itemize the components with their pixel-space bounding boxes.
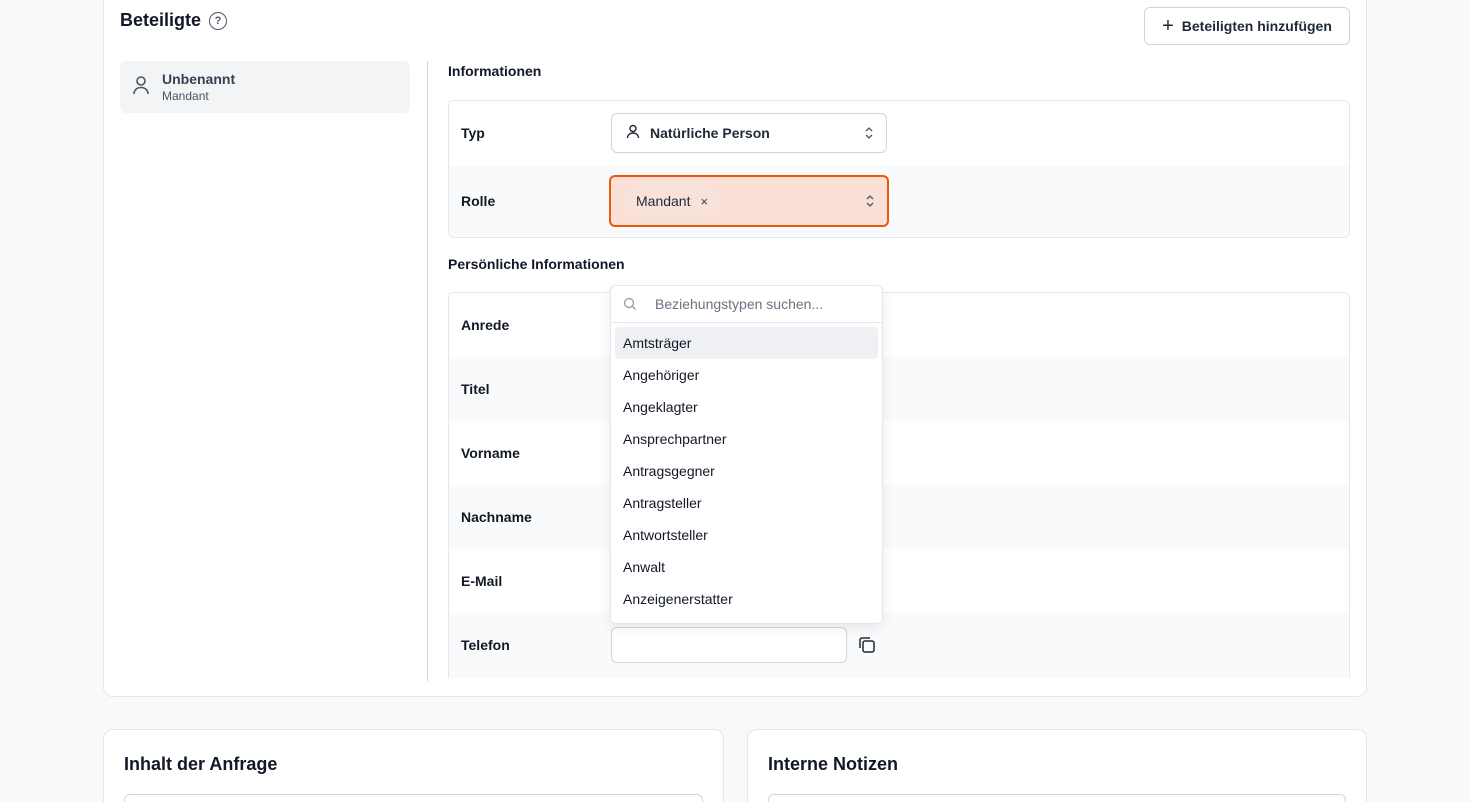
- personal-section-title: Persönliche Informationen: [448, 256, 625, 272]
- nachname-row: Nachname: [449, 485, 1349, 549]
- option-angeklagter[interactable]: Angeklagter: [615, 391, 878, 423]
- option-ansprechpartner[interactable]: Ansprechpartner: [615, 423, 878, 455]
- internal-notes-card: Interne Notizen: [747, 729, 1367, 802]
- search-icon: [623, 297, 636, 310]
- rolle-select[interactable]: Mandant ×: [609, 175, 889, 227]
- option-amtstraeger[interactable]: Amtsträger: [615, 327, 878, 359]
- request-content-card: Inhalt der Anfrage: [103, 729, 724, 802]
- typ-select[interactable]: Natürliche Person: [611, 113, 887, 153]
- participant-list-item[interactable]: Unbenannt Mandant: [120, 61, 410, 113]
- personal-box: Anrede Titel Vorname Nachname E-Mail Tel…: [448, 292, 1350, 678]
- participant-role: Mandant: [162, 89, 209, 103]
- internal-notes-input[interactable]: [768, 794, 1346, 802]
- chip-remove-icon[interactable]: ×: [700, 194, 708, 209]
- copy-icon[interactable]: [857, 635, 877, 655]
- rolle-row: Rolle: [449, 166, 1349, 237]
- participant-name: Unbenannt: [162, 71, 236, 87]
- vertical-divider: [427, 61, 428, 681]
- option-anzeigenerstatter[interactable]: Anzeigenerstatter: [615, 583, 878, 615]
- internal-notes-title: Interne Notizen: [768, 754, 899, 774]
- option-antragsgegner[interactable]: Antragsgegner: [615, 455, 878, 487]
- anrede-row: Anrede: [449, 293, 1349, 357]
- typ-row: Typ: [449, 101, 1349, 166]
- vorname-label: Vorname: [461, 445, 520, 461]
- add-participant-button[interactable]: + Beteiligten hinzufügen: [1144, 7, 1350, 45]
- user-icon: [132, 75, 150, 100]
- email-label: E-Mail: [461, 573, 503, 589]
- telefon-input[interactable]: [611, 627, 847, 663]
- typ-value: Natürliche Person: [650, 125, 770, 141]
- request-content-title: Inhalt der Anfrage: [124, 754, 278, 774]
- titel-row: Titel: [449, 357, 1349, 421]
- option-antwortsteller[interactable]: Antwortsteller: [615, 519, 878, 551]
- option-antragsteller[interactable]: Antragsteller: [615, 487, 878, 519]
- person-icon: [626, 124, 640, 142]
- typ-label: Typ: [461, 125, 485, 141]
- rolle-chip: Mandant ×: [625, 187, 720, 215]
- info-box: Typ Rolle: [448, 100, 1350, 238]
- role-dropdown: Amtsträger Angehöriger Angeklagter Anspr…: [610, 285, 883, 624]
- rolle-label: Rolle: [461, 193, 496, 209]
- dropdown-options: Amtsträger Angehöriger Angeklagter Anspr…: [611, 323, 882, 619]
- telefon-row: Telefon: [449, 613, 1349, 678]
- dropdown-search-input[interactable]: [655, 296, 855, 312]
- chevron-up-down-icon: [866, 195, 874, 207]
- email-row: E-Mail: [449, 549, 1349, 613]
- request-content-input[interactable]: [124, 794, 703, 802]
- help-icon[interactable]: ?: [209, 11, 228, 30]
- dropdown-search: [611, 286, 882, 323]
- plus-icon: +: [1162, 15, 1174, 37]
- telefon-label: Telefon: [461, 637, 510, 653]
- participants-title: Beteiligte: [120, 10, 202, 30]
- participants-section-title: Beteiligte ?: [120, 10, 228, 31]
- option-angehoeriger[interactable]: Angehöriger: [615, 359, 878, 391]
- option-anwalt[interactable]: Anwalt: [615, 551, 878, 583]
- info-section-title: Informationen: [448, 63, 542, 79]
- titel-label: Titel: [461, 381, 490, 397]
- nachname-label: Nachname: [461, 509, 532, 525]
- add-participant-label: Beteiligten hinzufügen: [1181, 18, 1332, 34]
- chevron-up-down-icon: [865, 127, 873, 139]
- rolle-chip-label: Mandant: [636, 193, 691, 209]
- anrede-label: Anrede: [461, 317, 510, 333]
- vorname-row: Vorname: [449, 421, 1349, 485]
